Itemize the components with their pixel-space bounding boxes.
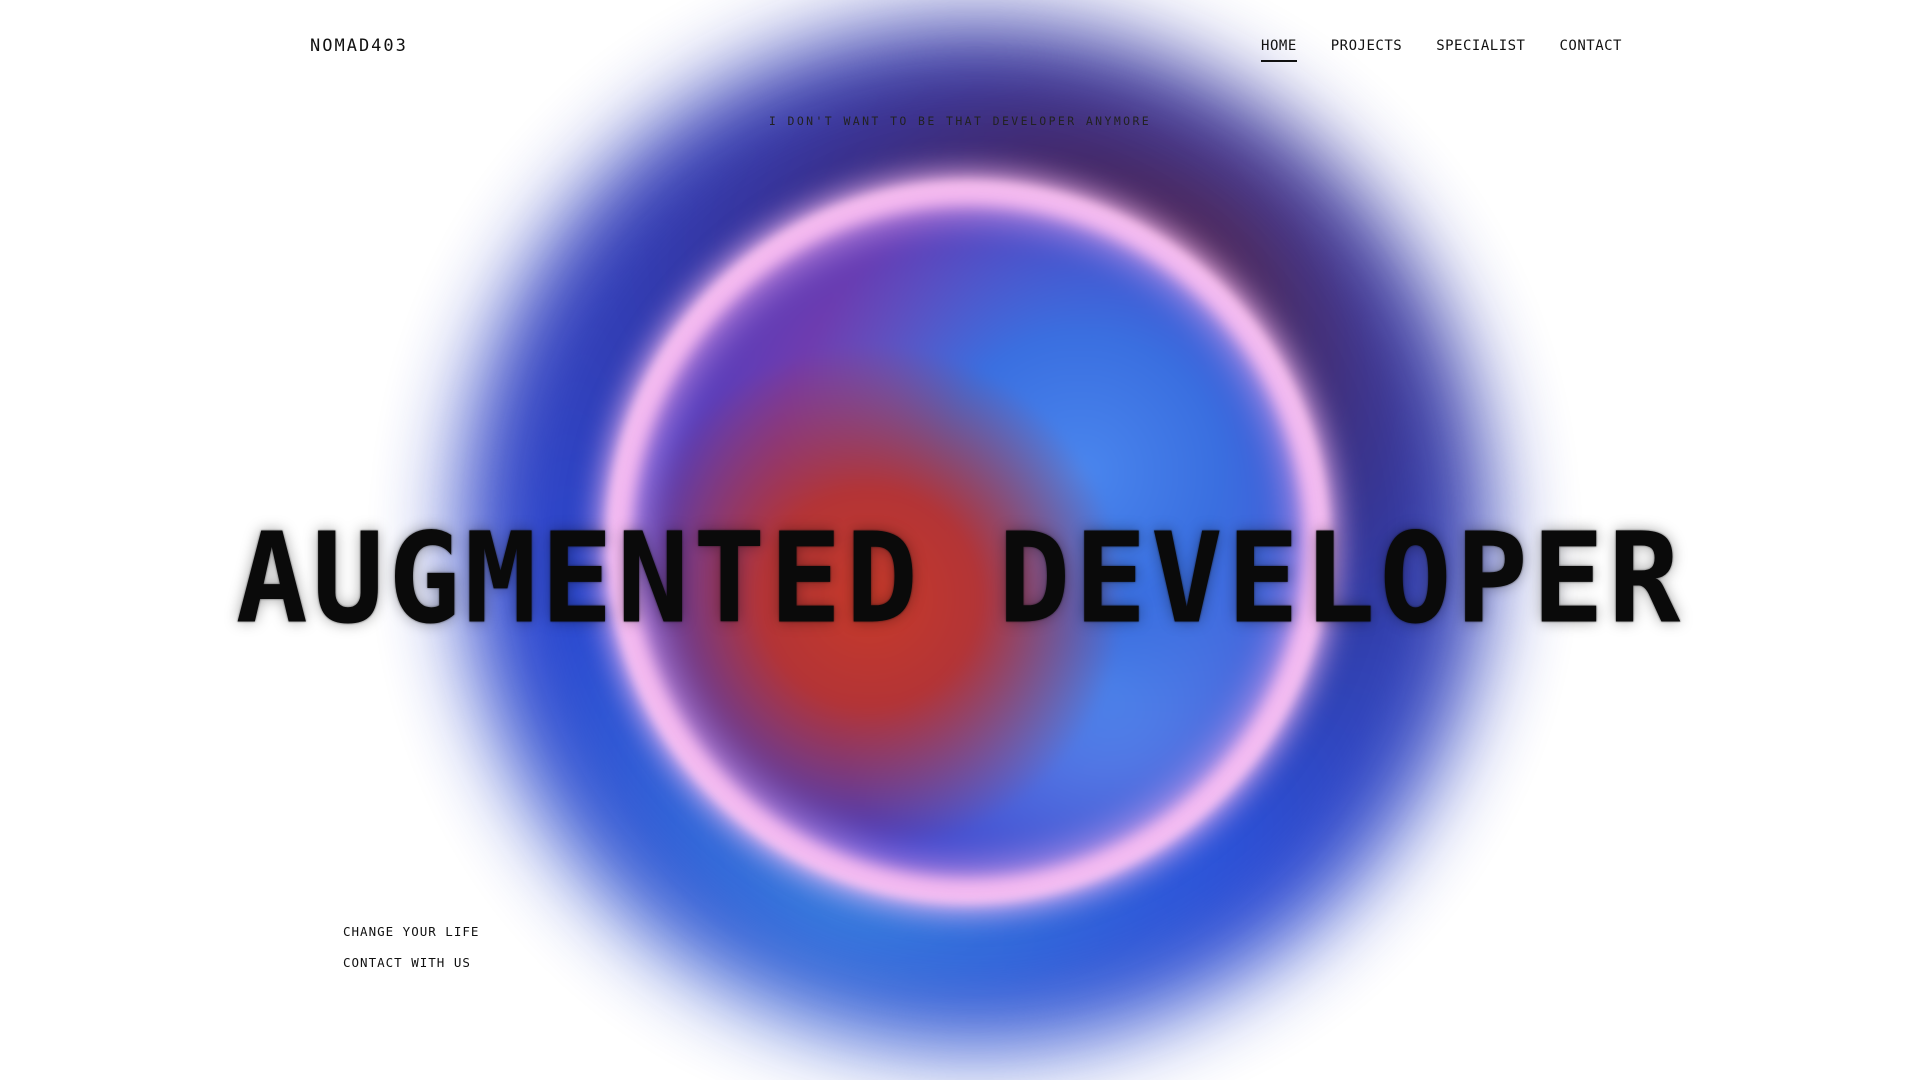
contact-with-us-link[interactable]: CONTACT WITH US xyxy=(343,955,479,970)
landing-page: NOMAD403 HOME PROJECTS SPECIALIST CONTAC… xyxy=(0,0,1920,1080)
change-your-life-link[interactable]: CHANGE YOUR LIFE xyxy=(343,924,479,939)
hero-tagline: I DON'T WANT TO BE THAT DEVELOPER ANYMOR… xyxy=(768,114,1152,128)
main-nav: HOME PROJECTS SPECIALIST CONTACT xyxy=(1261,38,1622,62)
nav-item-specialist[interactable]: SPECIALIST xyxy=(1436,38,1525,62)
site-logo[interactable]: NOMAD403 xyxy=(310,36,408,56)
nav-item-projects[interactable]: PROJECTS xyxy=(1331,38,1402,62)
nav-item-contact[interactable]: CONTACT xyxy=(1559,38,1622,62)
nav-item-home[interactable]: HOME xyxy=(1261,38,1297,62)
hero-headline: AUGMENTED DEVELOPER xyxy=(235,507,1685,652)
bottom-links: CHANGE YOUR LIFE CONTACT WITH US xyxy=(343,924,479,970)
